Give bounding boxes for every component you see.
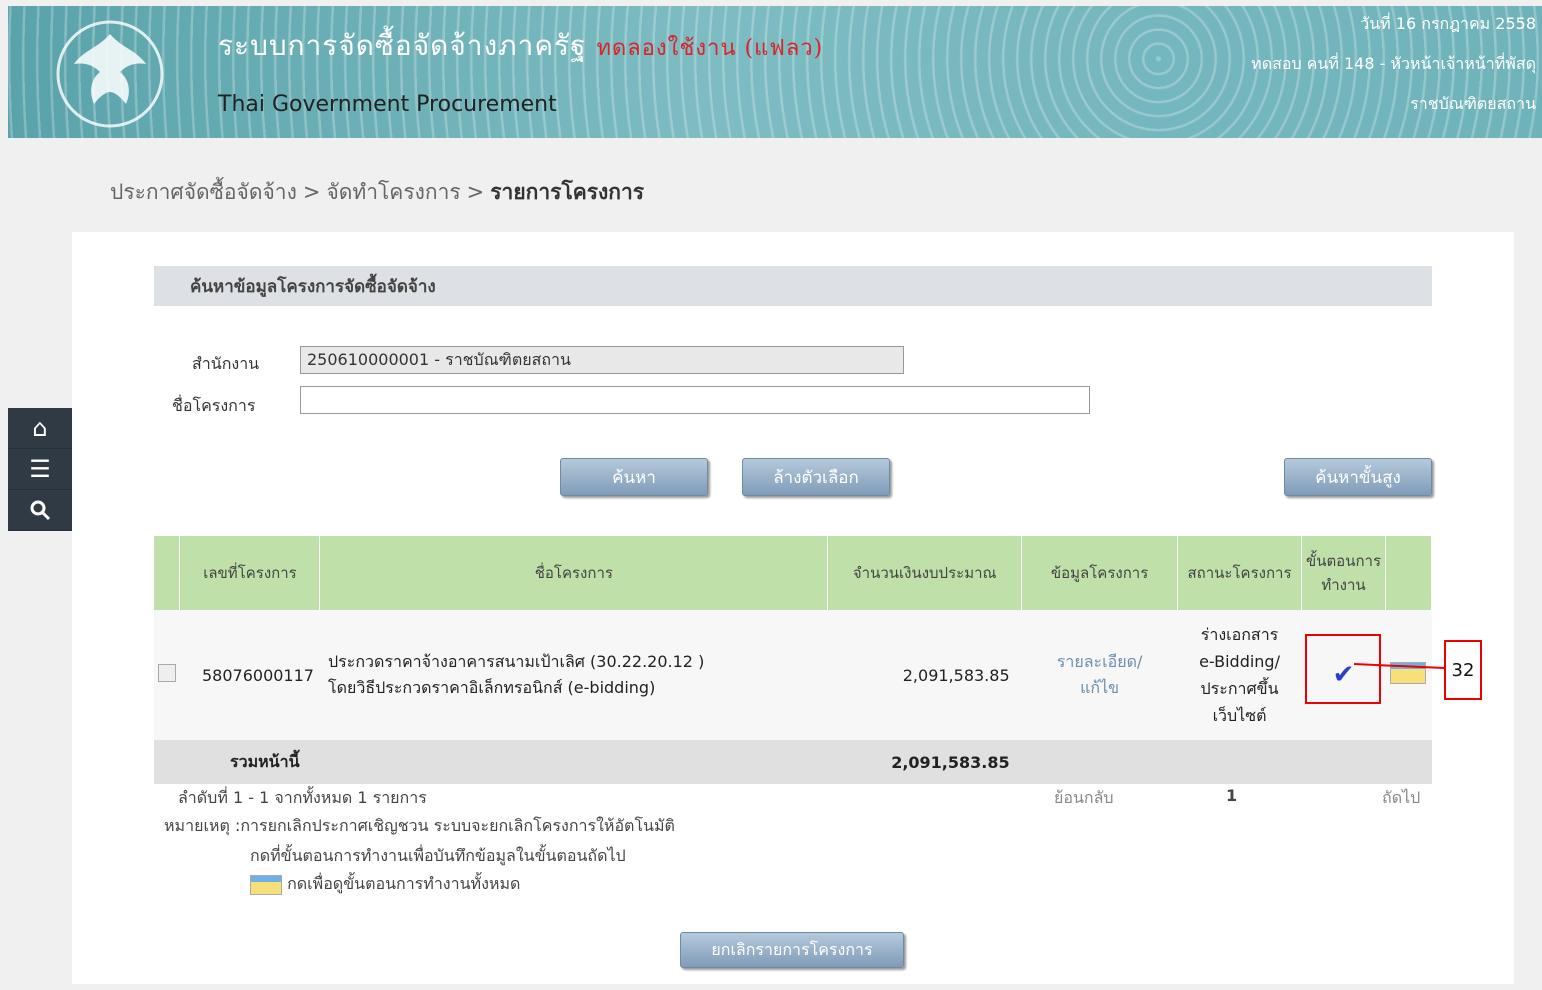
callout-line bbox=[1353, 663, 1445, 669]
callout-label: 32 bbox=[1444, 640, 1482, 700]
